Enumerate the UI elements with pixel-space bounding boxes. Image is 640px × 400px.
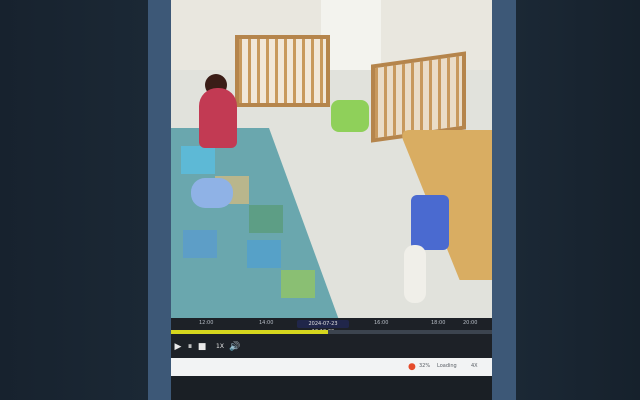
monitor-bezel-left (148, 0, 171, 400)
pause-button[interactable]: ⏸ (185, 342, 195, 352)
timeline-tick: 16:00 (374, 320, 389, 326)
status-bar: ● 32% Loading 4X (171, 358, 492, 376)
video-area[interactable] (171, 0, 492, 320)
right-background (516, 0, 640, 400)
timeline-tick: 20:00 (463, 320, 478, 326)
status-percent: 32% (419, 363, 431, 369)
mat-tile (281, 270, 315, 298)
toddler-standing (404, 245, 426, 303)
chair (411, 195, 449, 250)
mat-tile (249, 205, 283, 233)
volume-icon[interactable]: 🔊 (229, 342, 240, 352)
timeline-labels: 12:00 14:00 16:00 18:00 20:00 2024-07-23… (171, 320, 492, 335)
crib (371, 51, 466, 143)
speed-label[interactable]: 1X (212, 342, 228, 352)
mat-tile (247, 240, 281, 268)
baby-on-mat (191, 178, 233, 208)
adult-caregiver (199, 88, 237, 148)
play-button[interactable]: ▶ (173, 342, 183, 352)
status-label: Loading (437, 363, 457, 369)
timeline-tick: 14:00 (259, 320, 274, 326)
mat-tile (183, 230, 217, 258)
loading-icon: ● (408, 362, 416, 372)
progress-track[interactable] (171, 330, 492, 334)
status-extra: 4X (471, 363, 478, 369)
window (321, 0, 381, 70)
timestamp-badge: 2024-07-23 12:10:30 (297, 320, 349, 335)
progress-fill (171, 330, 329, 334)
timeline-tick: 12:00 (199, 320, 214, 326)
bottom-bezel (171, 376, 492, 400)
mat-tile (181, 146, 215, 174)
left-background (0, 0, 148, 400)
monitor-bezel-right (492, 0, 516, 400)
crib (235, 35, 330, 107)
player-controls[interactable]: 12:00 14:00 16:00 18:00 20:00 2024-07-23… (171, 318, 492, 358)
timeline-tick: 18:00 (431, 320, 446, 326)
stop-button[interactable]: ■ (197, 342, 207, 352)
toy (331, 100, 369, 132)
